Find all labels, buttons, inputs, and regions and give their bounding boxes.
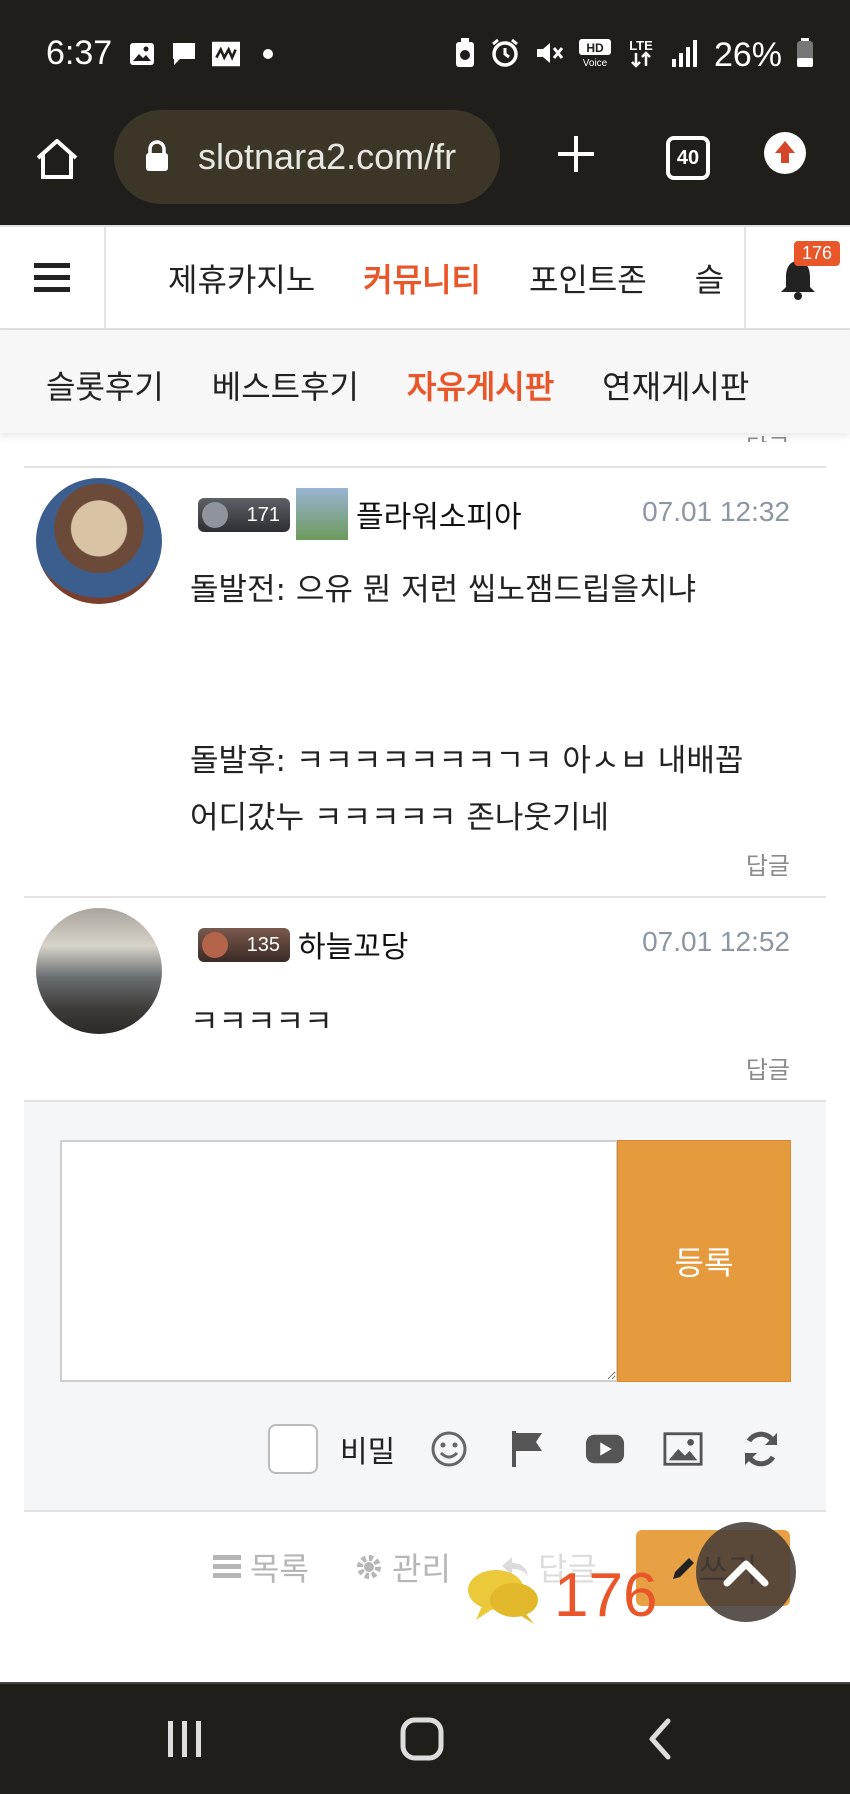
gear-icon — [357, 1555, 381, 1579]
tab-slot-review[interactable]: 슬롯후기 — [46, 362, 164, 408]
list-label: 목록 — [250, 1550, 309, 1588]
comment-tools: 비밀 — [268, 1424, 819, 1474]
secret-checkbox[interactable] — [268, 1424, 318, 1474]
image-icon[interactable] — [663, 1429, 703, 1469]
nav-item-community[interactable]: 커뮤니티 — [363, 255, 481, 301]
home-icon[interactable] — [32, 134, 82, 184]
comment-date: 07.01 12:32 — [642, 496, 790, 527]
tab-free-board[interactable]: 자유게시판 — [407, 362, 554, 408]
update-icon[interactable] — [764, 132, 806, 174]
comment-text: 돌발전: 으유 뭔 저런 씹노잼드립을치냐 돌발후: ㅋㅋㅋㅋㅋㅋㅋㄱㅋ 아ㅅㅂ… — [190, 562, 810, 847]
comment-input[interactable] — [60, 1140, 618, 1382]
home-nav-icon[interactable] — [392, 1714, 452, 1764]
battery-percent: 26% — [713, 36, 782, 74]
comment-line: 돌발후: ㅋㅋㅋㅋㅋㅋㅋㄱㅋ 아ㅅㅂ 내배꼽 — [190, 743, 744, 779]
flag-icon[interactable] — [507, 1429, 547, 1469]
secret-label: 비밀 — [340, 1435, 396, 1470]
svg-text:Voice: Voice — [583, 58, 608, 68]
notification-button[interactable]: 176 — [744, 227, 850, 328]
smile-icon[interactable] — [429, 1429, 469, 1469]
avatar[interactable] — [36, 478, 162, 604]
app-icon — [212, 40, 240, 68]
list-icon — [213, 1555, 241, 1578]
comment-item: 171 플라워소피아 07.01 12:32 돌발전: 으유 뭔 저런 씹노잼드… — [0, 466, 850, 896]
url-text: slotnara2.com/fr — [198, 136, 457, 177]
system-nav-bar — [0, 1682, 850, 1794]
main-nav-items: 제휴카지노 커뮤니티 포인트존 슬 — [168, 255, 723, 301]
list-button[interactable]: 목록 — [212, 1544, 309, 1590]
comment-date: 07.01 12:52 — [642, 926, 790, 957]
chat-widget[interactable]: 176 — [466, 1560, 657, 1631]
comment-author[interactable]: 하늘꼬당 — [298, 922, 408, 966]
level-number: 171 — [246, 503, 280, 526]
level-badge: 135 — [198, 928, 290, 962]
tab-best-review[interactable]: 베스트후기 — [212, 362, 359, 408]
member-icon — [296, 488, 348, 540]
mute-icon — [534, 38, 564, 73]
battery-icon — [796, 38, 814, 73]
status-time: 6:37 — [46, 34, 113, 72]
comment-line: 돌발전: 으유 뭔 저런 씹노잼드립을치냐 — [190, 572, 697, 608]
reply-link[interactable]: 답글 — [746, 1050, 790, 1085]
comment-author[interactable]: 플라워소피아 — [356, 492, 522, 536]
previous-reply-link[interactable]: 답글 — [746, 428, 790, 442]
level-badge: 171 — [198, 498, 290, 532]
svg-text:HD: HD — [586, 41, 604, 55]
status-left-icons — [128, 40, 282, 68]
alarm-icon — [490, 38, 520, 73]
avatar[interactable] — [36, 908, 162, 1034]
svg-text:LTE: LTE — [629, 38, 653, 53]
site-main-nav: 제휴카지노 커뮤니티 포인트존 슬 176 — [0, 225, 850, 330]
comment-item: 135 하늘꼬당 07.01 12:52 ㅋㅋㅋㅋㅋ 답글 — [0, 896, 850, 1100]
scroll-top-button[interactable] — [696, 1522, 796, 1622]
comment-form: 등록 비밀 — [24, 1100, 826, 1512]
refresh-icon[interactable] — [741, 1429, 781, 1469]
new-tab-icon[interactable] — [554, 132, 598, 176]
chat-count: 176 — [554, 1561, 658, 1630]
comment-line — [190, 676, 810, 733]
dot-icon — [254, 40, 282, 68]
status-bar: 6:37 HD Voice LTE 26% — [0, 0, 850, 110]
level-number: 135 — [246, 933, 280, 956]
status-right-icons: HD Voice LTE 26% — [454, 36, 814, 75]
reply-link[interactable]: 답글 — [746, 846, 790, 881]
chevron-up-icon — [723, 1560, 769, 1587]
level-gem-icon — [202, 502, 228, 528]
notification-badge: 176 — [794, 241, 841, 266]
recycle-icon — [454, 38, 476, 73]
hd-voice-icon: HD Voice — [578, 38, 612, 73]
comment-line: 어디갔누 ㅋㅋㅋㅋㅋ 존나웃기네 — [190, 800, 609, 836]
pencil-icon — [672, 1558, 694, 1579]
recent-apps-icon[interactable] — [154, 1714, 214, 1764]
chat-bubble-icon — [170, 40, 198, 68]
submit-button[interactable]: 등록 — [617, 1140, 791, 1382]
manage-button[interactable]: 관리 — [354, 1544, 451, 1590]
nav-item-point-zone[interactable]: 포인트존 — [529, 255, 647, 301]
board-sub-nav: 슬롯후기 베스트후기 자유게시판 연재게시판 — [0, 330, 850, 433]
chat-icon — [468, 1569, 538, 1624]
comment-text: ㅋㅋㅋㅋㅋ — [190, 994, 810, 1051]
lock-icon — [144, 140, 170, 176]
lte-icon: LTE — [626, 37, 656, 74]
menu-icon[interactable] — [0, 227, 106, 328]
manage-label: 관리 — [392, 1550, 451, 1588]
address-bar[interactable]: slotnara2.com/fr — [114, 110, 500, 204]
image-icon — [128, 40, 156, 68]
browser-toolbar: slotnara2.com/fr 40 — [0, 110, 850, 225]
comment-line — [190, 619, 810, 676]
comment-line: ㅋㅋㅋㅋㅋ — [190, 1004, 333, 1040]
nav-item-casino[interactable]: 제휴카지노 — [168, 255, 315, 301]
back-icon[interactable] — [630, 1714, 690, 1764]
level-gem-icon — [202, 932, 228, 958]
nav-item-next[interactable]: 슬 — [695, 255, 723, 301]
tab-serial-board[interactable]: 연재게시판 — [602, 362, 749, 408]
youtube-icon[interactable] — [585, 1429, 625, 1469]
signal-icon — [670, 39, 700, 72]
tab-switcher-button[interactable]: 40 — [666, 136, 710, 180]
